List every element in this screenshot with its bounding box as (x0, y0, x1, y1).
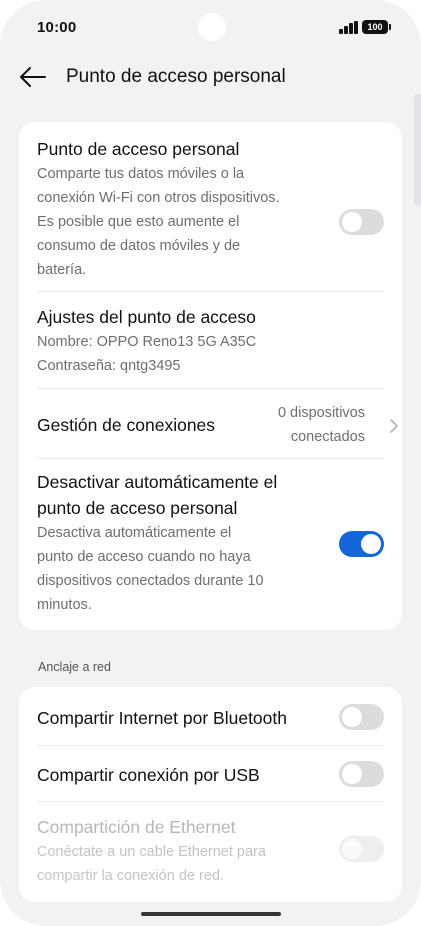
chevron-right-icon (390, 419, 398, 433)
tethering-card: Compartir Internet por Bluetooth Compart… (19, 687, 402, 902)
connections-title: Gestión de conexiones (37, 415, 216, 435)
usb-tethering-title: Compartir conexión por USB (37, 765, 260, 785)
hotspot-password: Contraseña: qntg3495 (37, 358, 181, 374)
hotspot-name: Nombre: OPPO Reno13 5G A35C (37, 334, 257, 350)
scroll-indicator[interactable] (414, 94, 421, 206)
status-time: 10:00 (37, 19, 77, 36)
phone-screen: 10:00 100 Punto de acceso personal Punto… (0, 0, 421, 926)
hotspot-config-row[interactable]: Ajustes del punto de acceso Nombre: OPPO… (19, 304, 402, 388)
ethernet-tethering-switch (339, 836, 384, 862)
settings-title: Ajustes del punto de acceso (37, 307, 256, 327)
battery-icon: 100 (362, 20, 391, 34)
bluetooth-tethering-row[interactable]: Compartir Internet por Bluetooth (19, 687, 402, 745)
back-arrow-icon[interactable] (19, 65, 47, 89)
auto-off-switch[interactable] (339, 531, 384, 557)
hotspot-toggle-row[interactable]: Punto de acceso personal Comparte tus da… (19, 136, 402, 294)
divider (37, 801, 384, 802)
divider (37, 291, 384, 292)
ethernet-tethering-title: Compartición de Ethernet (37, 817, 236, 837)
connected-devices-count: 0 dispositivos conectados (277, 405, 365, 445)
usb-tethering-switch[interactable] (339, 761, 384, 787)
auto-off-title: Desactivar automáticamente el punto de a… (37, 472, 278, 518)
hotspot-description: Comparte tus datos móviles o la conexión… (37, 166, 280, 278)
ethernet-tethering-row: Compartición de Ethernet Conéctate a un … (19, 814, 402, 894)
usb-tethering-row[interactable]: Compartir conexión por USB (19, 746, 402, 802)
app-bar: Punto de acceso personal (0, 56, 421, 100)
hotspot-settings-card: Punto de acceso personal Comparte tus da… (19, 122, 402, 630)
status-bar: 10:00 100 (0, 0, 421, 56)
page-title: Punto de acceso personal (66, 66, 286, 87)
home-indicator[interactable] (141, 912, 281, 916)
bluetooth-tethering-title: Compartir Internet por Bluetooth (37, 708, 287, 728)
auto-off-description: Desactiva automáticamente el punto de ac… (37, 525, 264, 613)
bluetooth-tethering-switch[interactable] (339, 704, 384, 730)
front-camera-cutout (198, 13, 226, 41)
signal-icon (339, 21, 359, 34)
divider (37, 458, 384, 459)
hotspot-switch[interactable] (339, 209, 384, 235)
hotspot-title: Punto de acceso personal (37, 139, 240, 159)
ethernet-tethering-description: Conéctate a un cable Ethernet para compa… (37, 844, 266, 884)
section-label-tethering: Anclaje a red (38, 660, 111, 674)
auto-off-row[interactable]: Desactivar automáticamente el punto de a… (19, 469, 402, 619)
